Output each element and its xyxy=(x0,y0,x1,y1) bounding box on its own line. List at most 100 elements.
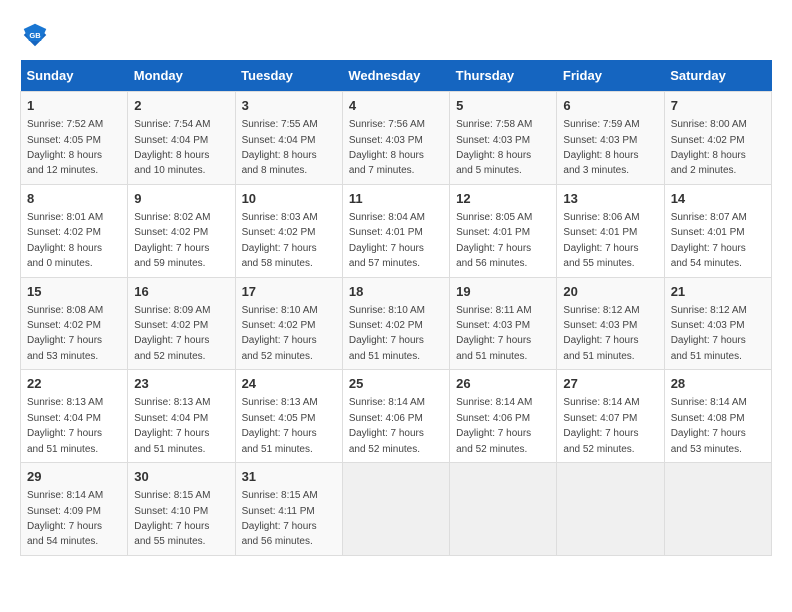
day-number: 7 xyxy=(671,97,765,115)
day-number: 13 xyxy=(563,190,657,208)
calendar-cell: 20 Sunrise: 8:12 AM Sunset: 4:03 PM Dayli… xyxy=(557,277,664,370)
calendar-cell: 17 Sunrise: 8:10 AM Sunset: 4:02 PM Dayli… xyxy=(235,277,342,370)
header-saturday: Saturday xyxy=(664,60,771,92)
calendar-cell: 11 Sunrise: 8:04 AM Sunset: 4:01 PM Dayli… xyxy=(342,184,449,277)
day-number: 15 xyxy=(27,283,121,301)
day-number: 2 xyxy=(134,97,228,115)
calendar-cell: 2 Sunrise: 7:54 AM Sunset: 4:04 PM Daylig… xyxy=(128,92,235,185)
calendar-cell: 16Sunrise: 8:09 AM Sunset: 4:02 PM Dayli… xyxy=(128,277,235,370)
calendar-week-row: 29Sunrise: 8:14 AM Sunset: 4:09 PM Dayli… xyxy=(21,463,772,556)
day-info: Sunrise: 8:07 AM Sunset: 4:01 PM Dayligh… xyxy=(671,212,747,269)
day-number: 24 xyxy=(242,375,336,393)
calendar-cell xyxy=(557,463,664,556)
calendar-cell: 4Sunrise: 7:56 AM Sunset: 4:03 PM Daylig… xyxy=(342,92,449,185)
day-info: Sunrise: 8:08 AM Sunset: 4:02 PM Dayligh… xyxy=(27,305,103,362)
day-info: Sunrise: 8:13 AM Sunset: 4:04 PM Dayligh… xyxy=(27,397,103,454)
day-info: Sunrise: 8:14 AM Sunset: 4:08 PM Dayligh… xyxy=(671,397,747,454)
day-info: Sunrise: 8:01 AM Sunset: 4:02 PM Dayligh… xyxy=(27,212,103,269)
header-monday: Monday xyxy=(128,60,235,92)
calendar-week-row: 22Sunrise: 8:13 AM Sunset: 4:04 PM Dayli… xyxy=(21,370,772,463)
day-number: 1 xyxy=(27,97,121,115)
day-info: Sunrise: 8:13 AM Sunset: 4:05 PM Dayligh… xyxy=(242,397,318,454)
day-info: Sunrise: 8:09 AM Sunset: 4:02 PM Dayligh… xyxy=(134,305,210,362)
day-number: 23 xyxy=(134,375,228,393)
logo: GB xyxy=(20,20,54,50)
header-tuesday: Tuesday xyxy=(235,60,342,92)
day-number: 14 xyxy=(671,190,765,208)
calendar-cell: 14 Sunrise: 8:07 AM Sunset: 4:01 PM Dayli… xyxy=(664,184,771,277)
calendar-cell: 25 Sunrise: 8:14 AM Sunset: 4:06 PM Dayli… xyxy=(342,370,449,463)
day-info: Sunrise: 8:14 AM Sunset: 4:09 PM Dayligh… xyxy=(27,490,103,547)
day-info: Sunrise: 8:05 AM Sunset: 4:01 PM Dayligh… xyxy=(456,212,532,269)
calendar-cell xyxy=(450,463,557,556)
day-number: 30 xyxy=(134,468,228,486)
day-number: 11 xyxy=(349,190,443,208)
svg-text:GB: GB xyxy=(29,31,41,40)
day-info: Sunrise: 8:14 AM Sunset: 4:07 PM Dayligh… xyxy=(563,397,639,454)
calendar-cell: 9Sunrise: 8:02 AM Sunset: 4:02 PM Daylig… xyxy=(128,184,235,277)
day-number: 21 xyxy=(671,283,765,301)
calendar-table: SundayMondayTuesdayWednesdayThursdayFrid… xyxy=(20,60,772,556)
day-number: 6 xyxy=(563,97,657,115)
calendar-cell: 22Sunrise: 8:13 AM Sunset: 4:04 PM Dayli… xyxy=(21,370,128,463)
day-number: 10 xyxy=(242,190,336,208)
calendar-cell: 3 Sunrise: 7:55 AM Sunset: 4:04 PM Daylig… xyxy=(235,92,342,185)
day-number: 9 xyxy=(134,190,228,208)
calendar-cell: 30 Sunrise: 8:15 AM Sunset: 4:10 PM Dayli… xyxy=(128,463,235,556)
calendar-cell xyxy=(664,463,771,556)
calendar-cell: 13 Sunrise: 8:06 AM Sunset: 4:01 PM Dayli… xyxy=(557,184,664,277)
day-info: Sunrise: 8:11 AM Sunset: 4:03 PM Dayligh… xyxy=(456,305,531,362)
day-info: Sunrise: 8:15 AM Sunset: 4:11 PM Dayligh… xyxy=(242,490,318,547)
calendar-cell: 19 Sunrise: 8:11 AM Sunset: 4:03 PM Dayli… xyxy=(450,277,557,370)
day-number: 18 xyxy=(349,283,443,301)
day-info: Sunrise: 7:55 AM Sunset: 4:04 PM Dayligh… xyxy=(242,119,318,176)
calendar-week-row: 1Sunrise: 7:52 AM Sunset: 4:05 PM Daylig… xyxy=(21,92,772,185)
day-number: 12 xyxy=(456,190,550,208)
calendar-cell: 8 Sunrise: 8:01 AM Sunset: 4:02 PM Daylig… xyxy=(21,184,128,277)
calendar-cell: 29Sunrise: 8:14 AM Sunset: 4:09 PM Dayli… xyxy=(21,463,128,556)
day-number: 17 xyxy=(242,283,336,301)
day-info: Sunrise: 8:03 AM Sunset: 4:02 PM Dayligh… xyxy=(242,212,318,269)
day-info: Sunrise: 8:00 AM Sunset: 4:02 PM Dayligh… xyxy=(671,119,747,176)
page-header: GB xyxy=(20,20,772,50)
day-number: 19 xyxy=(456,283,550,301)
day-info: Sunrise: 7:59 AM Sunset: 4:03 PM Dayligh… xyxy=(563,119,639,176)
day-number: 4 xyxy=(349,97,443,115)
calendar-cell: 5 Sunrise: 7:58 AM Sunset: 4:03 PM Daylig… xyxy=(450,92,557,185)
day-info: Sunrise: 8:14 AM Sunset: 4:06 PM Dayligh… xyxy=(349,397,425,454)
calendar-cell: 12 Sunrise: 8:05 AM Sunset: 4:01 PM Dayli… xyxy=(450,184,557,277)
calendar-week-row: 15 Sunrise: 8:08 AM Sunset: 4:02 PM Dayli… xyxy=(21,277,772,370)
day-info: Sunrise: 8:12 AM Sunset: 4:03 PM Dayligh… xyxy=(563,305,639,362)
day-info: Sunrise: 8:04 AM Sunset: 4:01 PM Dayligh… xyxy=(349,212,425,269)
calendar-cell: 28Sunrise: 8:14 AM Sunset: 4:08 PM Dayli… xyxy=(664,370,771,463)
day-info: Sunrise: 7:54 AM Sunset: 4:04 PM Dayligh… xyxy=(134,119,210,176)
calendar-cell: 18 Sunrise: 8:10 AM Sunset: 4:02 PM Dayli… xyxy=(342,277,449,370)
day-number: 3 xyxy=(242,97,336,115)
day-number: 8 xyxy=(27,190,121,208)
calendar-cell: 31 Sunrise: 8:15 AM Sunset: 4:11 PM Dayli… xyxy=(235,463,342,556)
logo-icon: GB xyxy=(20,20,50,50)
day-info: Sunrise: 8:10 AM Sunset: 4:02 PM Dayligh… xyxy=(349,305,425,362)
day-number: 31 xyxy=(242,468,336,486)
calendar-cell: 10 Sunrise: 8:03 AM Sunset: 4:02 PM Dayli… xyxy=(235,184,342,277)
calendar-week-row: 8 Sunrise: 8:01 AM Sunset: 4:02 PM Daylig… xyxy=(21,184,772,277)
calendar-cell: 27 Sunrise: 8:14 AM Sunset: 4:07 PM Dayli… xyxy=(557,370,664,463)
calendar-cell: 21Sunrise: 8:12 AM Sunset: 4:03 PM Dayli… xyxy=(664,277,771,370)
calendar-cell: 7 Sunrise: 8:00 AM Sunset: 4:02 PM Daylig… xyxy=(664,92,771,185)
calendar-cell: 26 Sunrise: 8:14 AM Sunset: 4:06 PM Dayli… xyxy=(450,370,557,463)
day-info: Sunrise: 8:06 AM Sunset: 4:01 PM Dayligh… xyxy=(563,212,639,269)
calendar-cell xyxy=(342,463,449,556)
calendar-cell: 6 Sunrise: 7:59 AM Sunset: 4:03 PM Daylig… xyxy=(557,92,664,185)
day-info: Sunrise: 8:15 AM Sunset: 4:10 PM Dayligh… xyxy=(134,490,210,547)
day-info: Sunrise: 7:58 AM Sunset: 4:03 PM Dayligh… xyxy=(456,119,532,176)
day-number: 26 xyxy=(456,375,550,393)
day-info: Sunrise: 8:14 AM Sunset: 4:06 PM Dayligh… xyxy=(456,397,532,454)
day-number: 25 xyxy=(349,375,443,393)
day-number: 5 xyxy=(456,97,550,115)
day-number: 20 xyxy=(563,283,657,301)
header-sunday: Sunday xyxy=(21,60,128,92)
day-info: Sunrise: 8:10 AM Sunset: 4:02 PM Dayligh… xyxy=(242,305,318,362)
day-info: Sunrise: 8:13 AM Sunset: 4:04 PM Dayligh… xyxy=(134,397,210,454)
header-thursday: Thursday xyxy=(450,60,557,92)
day-number: 27 xyxy=(563,375,657,393)
